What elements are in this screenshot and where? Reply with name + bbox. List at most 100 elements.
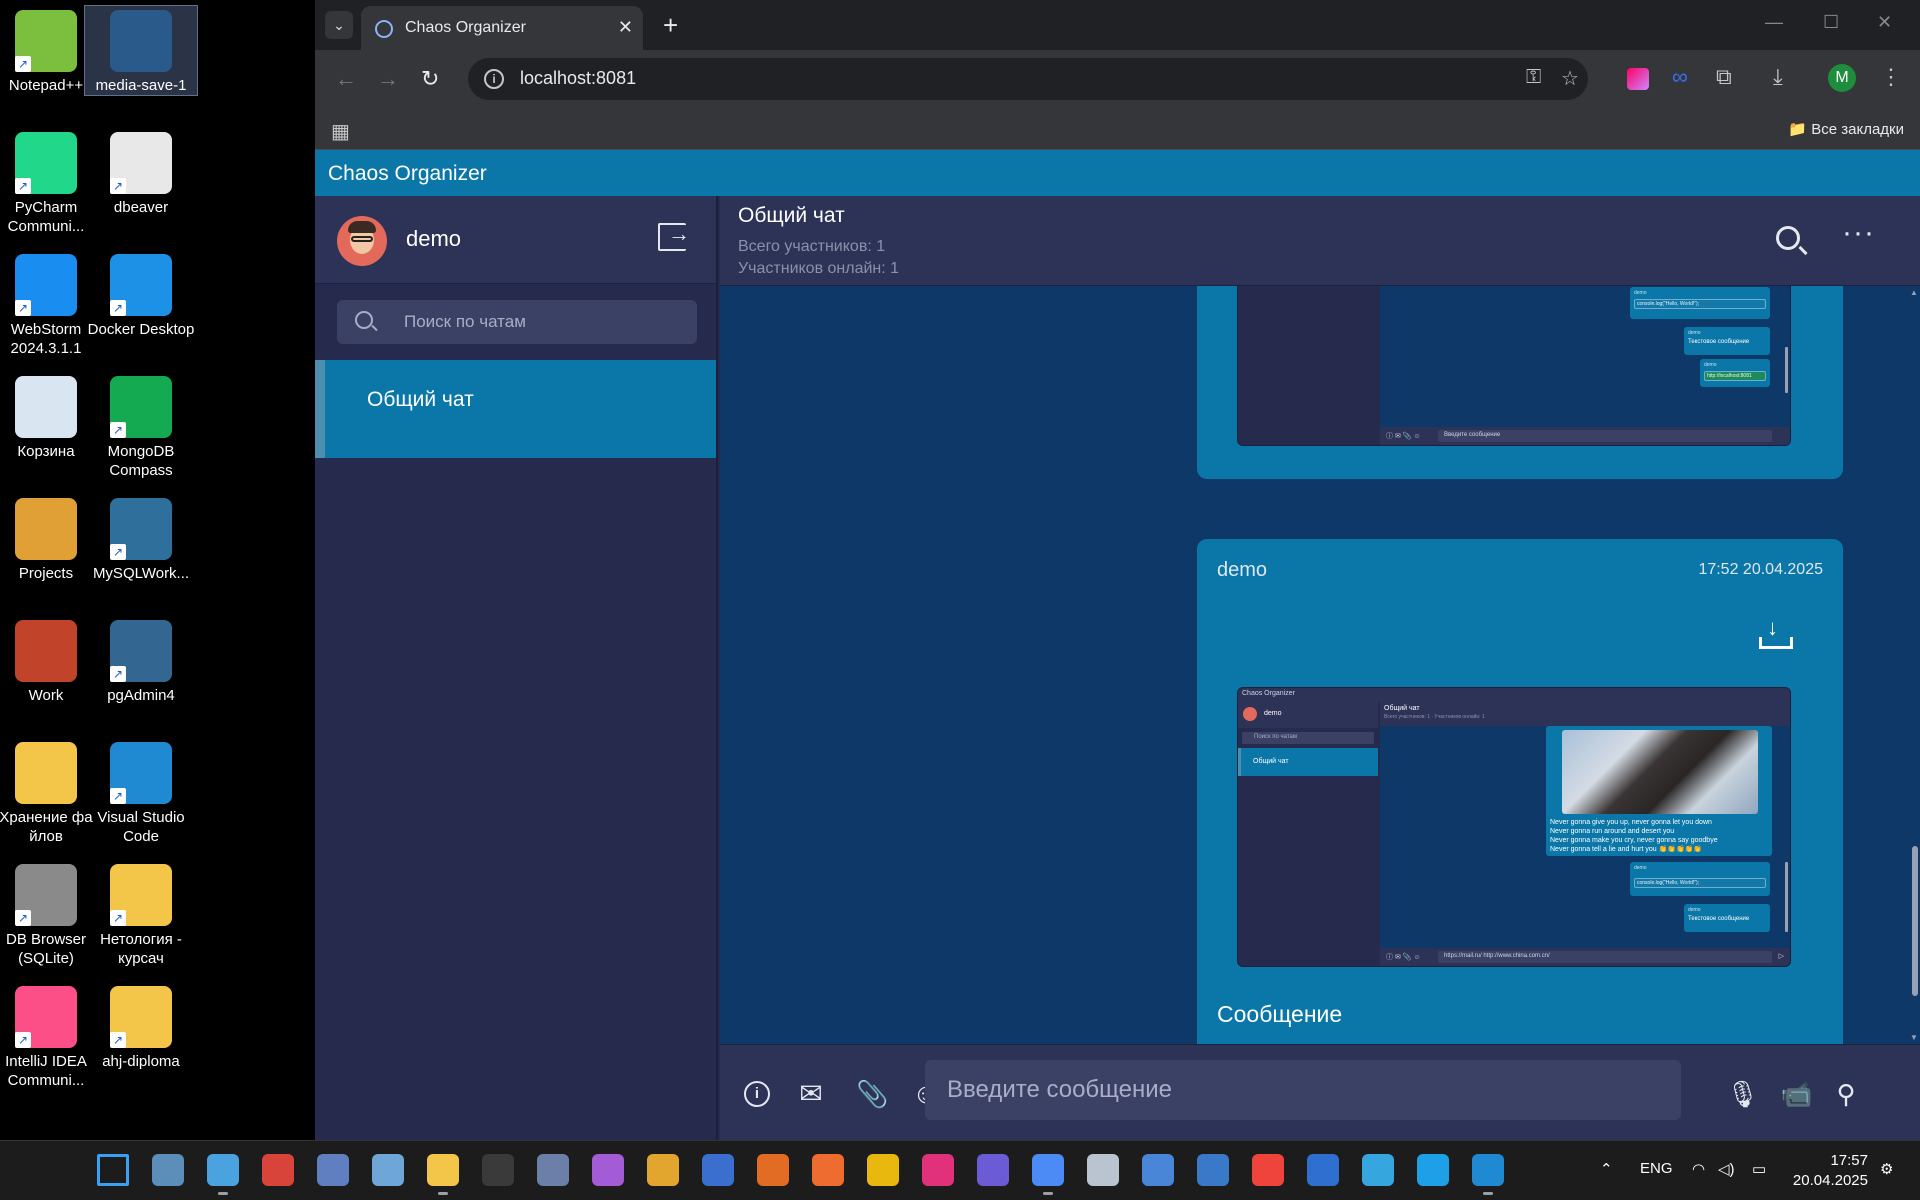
- extension-icon[interactable]: [1627, 68, 1649, 90]
- desktop-icon[interactable]: ↗ ahj-diploma: [85, 982, 197, 1071]
- taskbar-anydesk-icon[interactable]: [1252, 1154, 1284, 1186]
- taskbar-r-app-icon[interactable]: [702, 1154, 734, 1186]
- user-bar: demo: [315, 196, 716, 284]
- all-bookmarks[interactable]: 📁 Все закладки: [1788, 120, 1904, 138]
- microphone-icon[interactable]: 🎙: [1726, 1081, 1759, 1107]
- minimize-button[interactable]: —: [1765, 12, 1783, 33]
- tab-search-button[interactable]: ⌄: [325, 11, 353, 39]
- taskbar: ⌃ ENG ◠ ◁) ▭ 17:57 20.04.2025 ⚙: [0, 1140, 1920, 1200]
- chat-item-label: Общий чат: [367, 388, 474, 411]
- taskbar-network-icon[interactable]: [1197, 1154, 1229, 1186]
- app-icon: ↗: [110, 742, 172, 804]
- video-camera-icon[interactable]: 📹: [1780, 1081, 1812, 1107]
- desktop-icon[interactable]: ↗ MongoDB Compass: [85, 372, 197, 480]
- logout-icon[interactable]: [658, 221, 690, 251]
- taskbar-vscode-icon[interactable]: [1472, 1154, 1504, 1195]
- app-icon: ↗: [110, 132, 172, 194]
- desktop-icon[interactable]: ↗ Docker Desktop: [85, 250, 197, 339]
- back-button[interactable]: ←: [335, 66, 357, 92]
- taskbar-start-icon[interactable]: [97, 1154, 129, 1186]
- bookmark-star-icon[interactable]: ☆: [1561, 66, 1579, 91]
- message-bubble: Never gonna run around and desert you Ne…: [1197, 286, 1843, 479]
- show-hidden-icons[interactable]: ⌃: [1600, 1160, 1613, 1178]
- taskbar-terminal-icon[interactable]: [482, 1154, 514, 1186]
- chat-panel: Общий чат Всего участников: 1 Участников…: [720, 196, 1920, 1140]
- taskbar-photos-icon[interactable]: [372, 1154, 404, 1186]
- download-icon[interactable]: ↓: [1759, 615, 1793, 651]
- password-key-icon[interactable]: ⚿: [1526, 66, 1541, 89]
- taskbar-shield-icon[interactable]: [1142, 1154, 1174, 1186]
- forward-button[interactable]: →: [377, 66, 399, 92]
- close-tab-icon[interactable]: ✕: [618, 17, 633, 38]
- profile-avatar[interactable]: M: [1828, 64, 1856, 92]
- taskbar-jetbrains-icon[interactable]: [922, 1154, 954, 1186]
- mail-lock-icon[interactable]: ✉: [798, 1080, 824, 1108]
- attachment-icon[interactable]: 📎: [856, 1081, 888, 1107]
- taskbar-office-icon[interactable]: [757, 1154, 789, 1186]
- taskbar-chrome-canary-icon[interactable]: [647, 1154, 679, 1186]
- info-icon[interactable]: i: [744, 1081, 770, 1107]
- taskbar-postman-icon[interactable]: [812, 1154, 844, 1186]
- taskbar-feather-icon[interactable]: [592, 1154, 624, 1186]
- tab-strip: ⌄ Chaos Organizer ✕ + — ☐ ✕: [315, 0, 1920, 50]
- message-scrollbar[interactable]: ▲ ▼: [1910, 286, 1920, 1044]
- bookmarks-bar: ▦ 📁 Все закладки: [315, 108, 1920, 150]
- taskbar-telegram-icon[interactable]: [1362, 1154, 1394, 1186]
- taskbar-chrome-icon[interactable]: [1032, 1154, 1064, 1195]
- message-bubble: demo 17:52 20.04.2025 ↓ Chaos Organizer …: [1197, 539, 1843, 1044]
- battery-icon[interactable]: ▭: [1752, 1160, 1766, 1178]
- download-icon[interactable]: ⤓: [1773, 64, 1783, 90]
- taskbar-computer-icon[interactable]: [152, 1154, 184, 1186]
- taskbar-notes-icon[interactable]: [977, 1154, 1009, 1186]
- taskbar-coin-icon[interactable]: [867, 1154, 899, 1186]
- desktop-icon[interactable]: ↗ pgAdmin4: [85, 616, 197, 705]
- close-window-button[interactable]: ✕: [1877, 12, 1892, 33]
- new-tab-button[interactable]: +: [663, 10, 678, 41]
- search-messages-icon[interactable]: [1776, 226, 1800, 250]
- message-input[interactable]: [925, 1060, 1681, 1120]
- desktop-icon[interactable]: media-save-1: [84, 5, 198, 96]
- clock-time: 17:57: [1830, 1152, 1868, 1169]
- more-options-icon[interactable]: ···: [1842, 216, 1875, 250]
- chat-search-input[interactable]: Поиск по чатам: [337, 300, 697, 344]
- desktop-icon-label: dbeaver: [113, 199, 169, 216]
- sidebar: demo Поиск по чатам Общий чат: [315, 196, 718, 1140]
- taskbar-explorer-icon[interactable]: [427, 1154, 459, 1195]
- taskbar-sphere-icon[interactable]: [1087, 1154, 1119, 1186]
- taskbar-vpn-icon[interactable]: [1307, 1154, 1339, 1186]
- extensions-puzzle-icon[interactable]: ⧉: [1716, 64, 1732, 90]
- app-icon: [110, 10, 172, 72]
- app-icon: ↗: [110, 986, 172, 1048]
- sidebar-item-general-chat[interactable]: Общий чат: [315, 360, 716, 458]
- taskbar-skype-icon[interactable]: [1417, 1154, 1449, 1186]
- taskbar-notepad-icon[interactable]: [207, 1154, 239, 1195]
- desktop-icon[interactable]: ↗ Нетология - курсач: [85, 860, 197, 968]
- reload-button[interactable]: ↻: [421, 66, 439, 92]
- wifi-icon[interactable]: ◠: [1692, 1160, 1705, 1178]
- browser-tab[interactable]: Chaos Organizer ✕: [361, 6, 643, 50]
- taskbar-lock-icon[interactable]: [537, 1154, 569, 1186]
- volume-icon[interactable]: ◁): [1718, 1160, 1735, 1178]
- system-clock[interactable]: 17:57 20.04.2025: [1793, 1151, 1868, 1191]
- taskbar-remote-icon[interactable]: [317, 1154, 349, 1186]
- language-indicator[interactable]: ENG: [1640, 1160, 1673, 1177]
- app-icon: [15, 620, 77, 682]
- desktop-icon[interactable]: ↗ MySQLWork...: [85, 494, 197, 583]
- app-icon: ↗: [15, 10, 77, 72]
- screenshot-preview[interactable]: Chaos Organizer demo Поиск по чатам Общи…: [1237, 687, 1791, 967]
- site-info-icon[interactable]: i: [484, 69, 504, 89]
- desktop-icon[interactable]: ↗ dbeaver: [85, 128, 197, 217]
- address-bar[interactable]: i localhost:8081 ⚿ ☆: [468, 58, 1588, 100]
- avatar: [337, 216, 387, 266]
- app-header: Chaos Organizer: [315, 150, 1920, 196]
- browser-menu-icon[interactable]: ⋮: [1880, 64, 1902, 90]
- extension-infinity-icon[interactable]: ∞: [1672, 64, 1688, 90]
- location-pin-icon[interactable]: ⚲: [1833, 1081, 1859, 1107]
- desktop-icon[interactable]: ↗ Visual Studio Code: [85, 738, 197, 846]
- taskbar-snipping-icon[interactable]: [262, 1154, 294, 1186]
- apps-grid-icon[interactable]: ▦: [331, 119, 350, 144]
- maximize-button[interactable]: ☐: [1823, 12, 1839, 33]
- browser-toolbar: ← → ↻ i localhost:8081 ⚿ ☆ ∞ ⧉ ⤓ M ⋮: [315, 50, 1920, 108]
- notifications-icon[interactable]: ⚙: [1880, 1160, 1893, 1178]
- app-icon: ↗: [110, 498, 172, 560]
